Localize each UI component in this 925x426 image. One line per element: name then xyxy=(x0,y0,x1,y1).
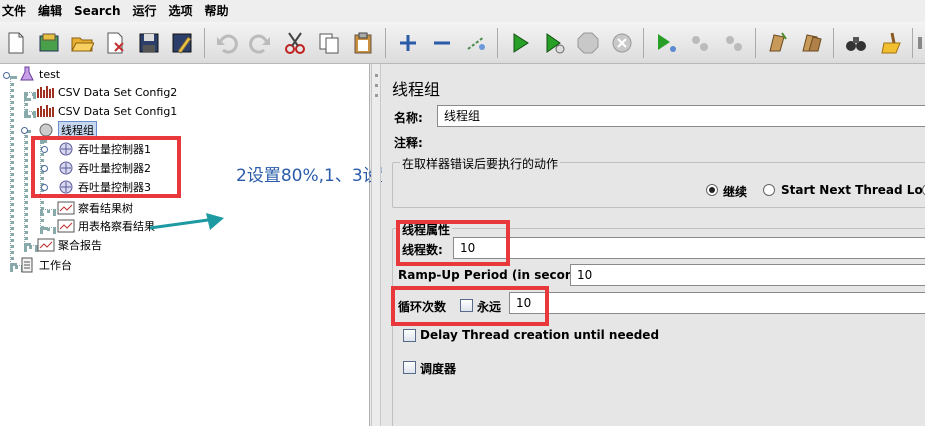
search-icon[interactable] xyxy=(841,28,871,58)
new-icon[interactable] xyxy=(1,28,31,58)
threads-field[interactable]: 10 xyxy=(453,237,925,259)
radio-start-next-loop[interactable] xyxy=(763,184,775,196)
save-icon[interactable] xyxy=(134,28,164,58)
thread-group-panel: 线程组 名称: 线程组 注释: 在取样器错误后要执行的动作 继续 Start N… xyxy=(382,64,925,426)
cut-icon[interactable] xyxy=(280,28,310,58)
remote-exit-icon[interactable] xyxy=(719,28,749,58)
radio-start-next-loop-label: Start Next Thread Loop xyxy=(781,183,925,197)
close-icon[interactable] xyxy=(100,28,130,58)
tree-node-aggregate-report[interactable]: 聚合报告 xyxy=(37,236,102,254)
paste-icon[interactable] xyxy=(348,28,378,58)
clear-icon[interactable] xyxy=(763,28,793,58)
collapse-icon[interactable] xyxy=(427,28,457,58)
rampup-field[interactable]: 10 xyxy=(570,264,925,286)
start-no-pause-icon[interactable] xyxy=(539,28,569,58)
delay-thread-label: Delay Thread creation until needed xyxy=(420,328,660,342)
remote-start-icon[interactable] xyxy=(651,28,681,58)
clear-all-icon[interactable] xyxy=(797,28,827,58)
redo-icon[interactable] xyxy=(245,28,275,58)
expand-handle[interactable] xyxy=(21,127,28,134)
config-element-icon xyxy=(37,84,55,100)
tree-node-csv2[interactable]: CSV Data Set Config2 xyxy=(37,83,177,101)
highlight-thread-count xyxy=(396,220,510,266)
sampler-error-action-label: 在取样器错误后要执行的动作 xyxy=(400,155,561,172)
test-plan-icon xyxy=(18,66,36,82)
tree-node-workbench[interactable]: 工作台 xyxy=(18,256,72,274)
shutdown-icon[interactable] xyxy=(607,28,637,58)
save-as-icon[interactable] xyxy=(167,28,197,58)
workbench-icon xyxy=(18,257,36,273)
tree-node-results-tree[interactable]: 察看结果树 xyxy=(57,199,133,217)
listener-icon xyxy=(57,218,75,234)
loop-count-field[interactable]: 10 xyxy=(509,292,925,314)
panel-title: 线程组 xyxy=(392,80,441,99)
reset-search-icon[interactable] xyxy=(875,28,905,58)
toggle-icon[interactable] xyxy=(461,28,491,58)
more-icon[interactable] xyxy=(915,28,925,58)
open-icon[interactable] xyxy=(67,28,97,58)
radio-continue[interactable] xyxy=(706,184,718,196)
copy-icon[interactable] xyxy=(314,28,344,58)
radio-continue-label: 继续 xyxy=(723,185,748,199)
tree-node-csv1[interactable]: CSV Data Set Config1 xyxy=(37,102,177,120)
menu-run[interactable]: 运行 xyxy=(126,0,162,22)
menu-help[interactable]: 帮助 xyxy=(199,0,235,22)
listener-icon xyxy=(57,200,75,216)
config-element-icon xyxy=(37,103,55,119)
menu-search[interactable]: Search xyxy=(68,0,126,22)
tree-node-test[interactable]: test xyxy=(18,65,60,83)
expand-handle[interactable] xyxy=(3,72,10,79)
tree-node-results-table[interactable]: 用表格察看结果 xyxy=(57,217,155,235)
toolbar xyxy=(0,22,925,64)
undo-icon[interactable] xyxy=(212,28,242,58)
remote-stop-icon[interactable] xyxy=(685,28,715,58)
expand-icon[interactable] xyxy=(393,28,423,58)
annotation-arrow xyxy=(149,213,224,230)
stop-icon[interactable] xyxy=(573,28,603,58)
splitter[interactable] xyxy=(371,64,381,426)
comment-label: 注释: xyxy=(394,136,423,150)
scheduler-checkbox[interactable] xyxy=(403,361,416,374)
highlight-loop-count xyxy=(391,286,549,326)
menu-file[interactable]: 文件 xyxy=(0,0,32,22)
highlight-controllers xyxy=(31,136,181,198)
menu-edit[interactable]: 编辑 xyxy=(32,0,68,22)
delay-thread-checkbox[interactable] xyxy=(403,329,416,342)
templates-icon[interactable] xyxy=(34,28,64,58)
menu-bar: 文件 编辑 Search 运行 选项 帮助 xyxy=(0,0,925,22)
start-icon[interactable] xyxy=(505,28,535,58)
name-label: 名称: xyxy=(394,111,423,125)
name-field[interactable]: 线程组 xyxy=(437,105,925,127)
test-plan-tree[interactable]: test CSV Data Set Config2 CSV Data Set C… xyxy=(0,64,434,426)
listener-icon xyxy=(37,237,55,253)
scheduler-label: 调度器 xyxy=(420,362,457,376)
menu-options[interactable]: 选项 xyxy=(163,0,199,22)
